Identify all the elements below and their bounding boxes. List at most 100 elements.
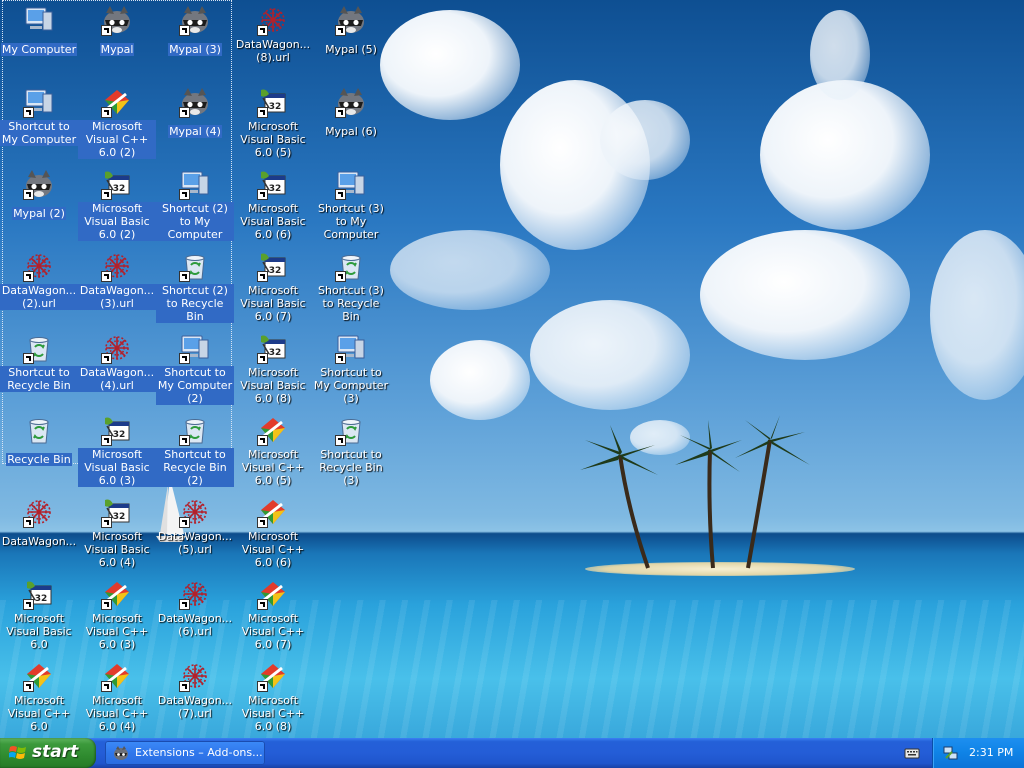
desktop-icon[interactable]: Microsoft Visual C++ 6.0 (8): [234, 660, 312, 734]
vb-icon: 32: [257, 250, 289, 282]
desktop-icon-label: Microsoft Visual C++ 6.0 (3): [85, 612, 149, 651]
desktop-icon[interactable]: 32 Microsoft Visual Basic 6.0 (8): [234, 332, 312, 406]
shortcut-arrow-icon: [179, 517, 190, 528]
svg-text:32: 32: [269, 102, 282, 112]
shortcut-arrow-icon: [23, 107, 34, 118]
desktop-icon[interactable]: Shortcut to Recycle Bin (2): [156, 414, 234, 488]
desktop-icon[interactable]: DataWagon...(2).url: [0, 250, 78, 311]
shortcut-arrow-icon: [101, 271, 112, 282]
shortcut-arrow-icon: [335, 435, 346, 446]
network-icon[interactable]: [943, 745, 959, 761]
desktop-icon-label: Microsoft Visual C++ 6.0 (4): [85, 694, 149, 733]
shortcut-arrow-icon: [101, 517, 112, 528]
desktop-icon[interactable]: Microsoft Visual C++ 6.0 (5): [234, 414, 312, 488]
mypal-icon: [23, 168, 55, 200]
datawagon-icon: [179, 578, 211, 610]
desktop-icon[interactable]: Shortcut to Recycle Bin (3): [312, 414, 390, 488]
shortcut-arrow-icon: [101, 435, 112, 446]
desktop-icon[interactable]: Mypal (5): [312, 4, 390, 57]
desktop-icon[interactable]: Microsoft Visual C++ 6.0 (7): [234, 578, 312, 652]
clock[interactable]: 2:31 PM: [969, 746, 1013, 759]
shortcut-arrow-icon: [179, 189, 190, 200]
computer-icon: [23, 4, 55, 36]
desktop-icon[interactable]: DataWagon...(8).url: [234, 4, 312, 65]
desktop-icon[interactable]: DataWagon...(7).url: [156, 660, 234, 721]
mypal-icon: [114, 746, 128, 760]
desktop-icon[interactable]: Mypal (6): [312, 86, 390, 139]
shortcut-arrow-icon: [179, 599, 190, 610]
desktop-icon[interactable]: DataWagon...: [0, 496, 78, 549]
system-tray: 2:31 PM: [932, 738, 1024, 768]
desktop-icon[interactable]: Shortcut (2) to Recycle Bin: [156, 250, 234, 324]
shortcut-arrow-icon: [257, 353, 268, 364]
vcpp-icon: [257, 578, 289, 610]
vb-icon: 32: [23, 578, 55, 610]
shortcut-arrow-icon: [257, 107, 268, 118]
datawagon-icon: [257, 4, 289, 36]
desktop-icon[interactable]: 32 Microsoft Visual Basic 6.0 (4): [78, 496, 156, 570]
desktop-icon[interactable]: Shortcut to My Computer (3): [312, 332, 390, 406]
computer-icon: [179, 168, 211, 200]
desktop-icon[interactable]: Mypal (3): [156, 4, 234, 57]
desktop-icon[interactable]: Recycle Bin: [0, 414, 78, 467]
desktop-icon[interactable]: 32 Microsoft Visual Basic 6.0 (6): [234, 168, 312, 242]
desktop-icon[interactable]: Microsoft Visual C++ 6.0: [0, 660, 78, 734]
desktop-icon-label: Shortcut to Recycle Bin (2): [156, 448, 234, 487]
desktop-icon[interactable]: Shortcut to My Computer: [0, 86, 78, 147]
shortcut-arrow-icon: [101, 353, 112, 364]
taskbar-item-extensions[interactable]: Extensions – Add-ons...: [105, 741, 265, 765]
desktop-icon[interactable]: DataWagon...(5).url: [156, 496, 234, 557]
desktop-icon-label: Shortcut (3) to My Computer: [318, 202, 384, 241]
desktop-icon[interactable]: Microsoft Visual C++ 6.0 (4): [78, 660, 156, 734]
shortcut-arrow-icon: [335, 25, 346, 36]
recycle-icon: [23, 414, 55, 446]
desktop-icon[interactable]: Shortcut to Recycle Bin: [0, 332, 78, 393]
desktop-icon-label: Shortcut to Recycle Bin: [0, 366, 78, 392]
desktop-icon[interactable]: Microsoft Visual C++ 6.0 (3): [78, 578, 156, 652]
shortcut-arrow-icon: [179, 681, 190, 692]
desktop-icon-label: My Computer: [0, 43, 78, 56]
desktop-icon-label: Microsoft Visual Basic 6.0 (5): [240, 120, 306, 159]
desktop-icon-label: Mypal (6): [325, 125, 377, 138]
desktop-icon[interactable]: My Computer: [0, 4, 78, 57]
desktop-icon[interactable]: DataWagon...(4).url: [78, 332, 156, 393]
keyboard-icon[interactable]: [904, 745, 920, 761]
shortcut-arrow-icon: [257, 271, 268, 282]
shortcut-arrow-icon: [257, 517, 268, 528]
desktop-icon[interactable]: 32 Microsoft Visual Basic 6.0 (2): [78, 168, 156, 242]
desktop-icon-label: Microsoft Visual C++ 6.0 (6): [241, 530, 305, 569]
shortcut-arrow-icon: [23, 517, 34, 528]
desktop-icon[interactable]: DataWagon...(3).url: [78, 250, 156, 311]
desktop-icon-label: DataWagon...(6).url: [157, 612, 233, 638]
shortcut-arrow-icon: [23, 271, 34, 282]
start-button[interactable]: start: [0, 738, 96, 768]
desktop-icon[interactable]: 32 Microsoft Visual Basic 6.0 (7): [234, 250, 312, 324]
desktop-icon[interactable]: Microsoft Visual C++ 6.0 (6): [234, 496, 312, 570]
desktop-icon[interactable]: Mypal: [78, 4, 156, 57]
desktop-icon[interactable]: 32 Microsoft Visual Basic 6.0: [0, 578, 78, 652]
desktop-icon[interactable]: Mypal (2): [0, 168, 78, 221]
recycle-icon: [23, 332, 55, 364]
desktop-icon[interactable]: Shortcut to My Computer (2): [156, 332, 234, 406]
desktop-icon-label: Microsoft Visual Basic 6.0 (3): [78, 448, 156, 487]
desktop-icon[interactable]: Microsoft Visual C++ 6.0 (2): [78, 86, 156, 160]
desktop[interactable]: My Computer Mypal Mypal (3) DataWagon...(8)…: [0, 0, 1024, 738]
desktop-icon[interactable]: Shortcut (3) to My Computer: [312, 168, 390, 242]
shortcut-arrow-icon: [179, 271, 190, 282]
shortcut-arrow-icon: [101, 25, 112, 36]
desktop-icon[interactable]: 32 Microsoft Visual Basic 6.0 (5): [234, 86, 312, 160]
vcpp-icon: [101, 660, 133, 692]
desktop-icon-label: Mypal: [99, 43, 135, 56]
shortcut-arrow-icon: [23, 681, 34, 692]
vb-icon: 32: [101, 496, 133, 528]
desktop-icon[interactable]: DataWagon...(6).url: [156, 578, 234, 639]
svg-text:32: 32: [269, 348, 282, 358]
vcpp-icon: [23, 660, 55, 692]
desktop-icon[interactable]: Shortcut (2) to My Computer: [156, 168, 234, 242]
desktop-icon[interactable]: Shortcut (3) to Recycle Bin: [312, 250, 390, 324]
vb-icon: 32: [257, 168, 289, 200]
shortcut-arrow-icon: [335, 189, 346, 200]
desktop-icon[interactable]: Mypal (4): [156, 86, 234, 139]
shortcut-arrow-icon: [101, 107, 112, 118]
desktop-icon[interactable]: 32 Microsoft Visual Basic 6.0 (3): [78, 414, 156, 488]
